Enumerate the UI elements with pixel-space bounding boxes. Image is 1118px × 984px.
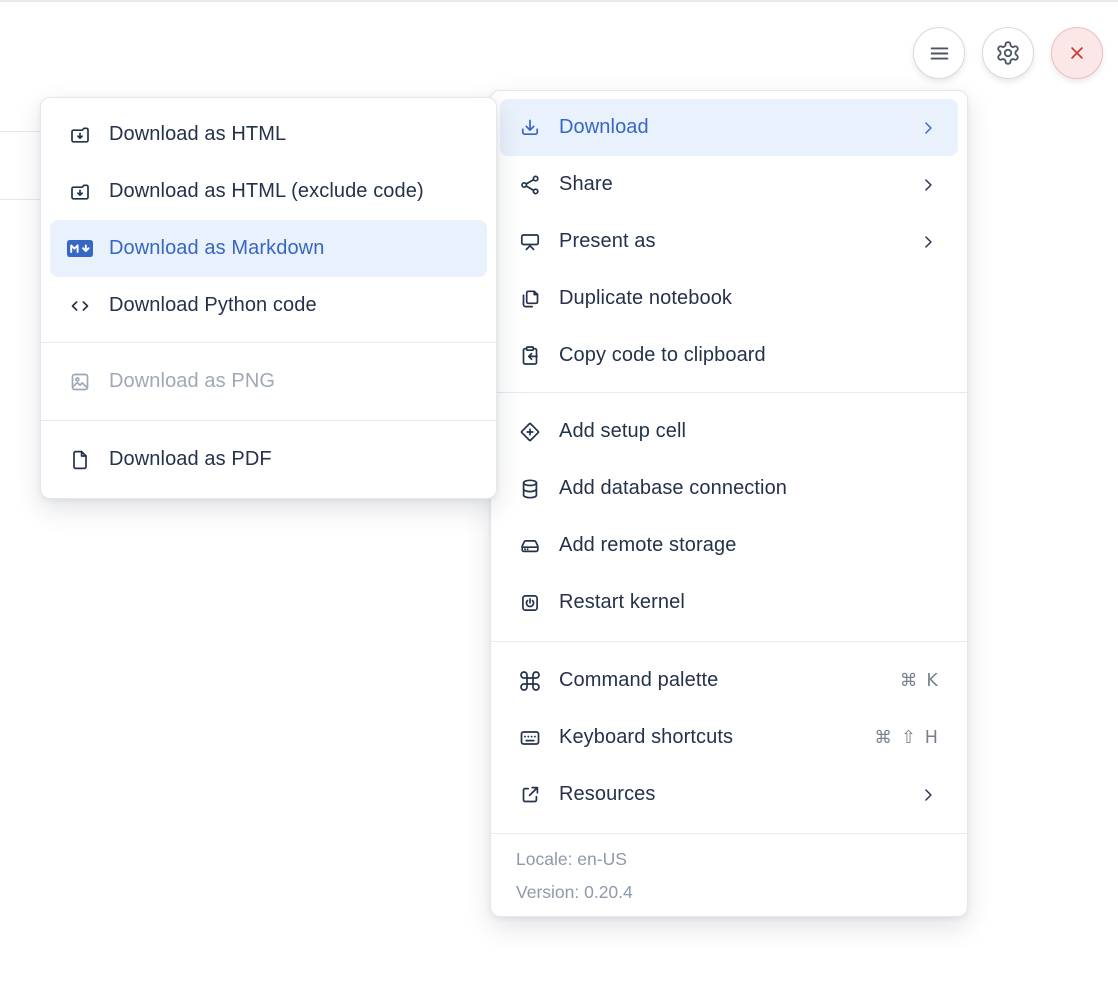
chevron-right-icon — [918, 232, 938, 252]
menu-item-add-remote-storage[interactable]: Add remote storage — [500, 517, 958, 574]
menu-item-download-as-html-exclude-code[interactable]: Download as HTML (exclude code) — [50, 163, 487, 220]
top-border-line — [0, 0, 1118, 2]
menu-item-download-as-markdown[interactable]: Download as Markdown — [50, 220, 487, 277]
duplicate-icon — [516, 287, 544, 311]
menu-group: Add setup cell Add database connection Add… — [491, 392, 967, 641]
shortcut-hint: ⌘ ⇧ H — [874, 728, 938, 748]
menu-item-share[interactable]: Share — [500, 156, 958, 213]
power-icon — [516, 591, 544, 615]
chevron-right-icon — [918, 118, 938, 138]
clipboard-copy-icon — [516, 344, 544, 368]
menu-item-duplicate-notebook[interactable]: Duplicate notebook — [500, 270, 958, 327]
image-icon — [66, 370, 94, 394]
shortcut-key: ⌘ — [874, 728, 892, 748]
shortcut-key: ⌘ — [900, 671, 918, 691]
menu-item-download-as-png: Download as PNG — [50, 353, 487, 410]
shortcut-hint: ⌘K — [900, 671, 938, 691]
menu-item-label: Add setup cell — [559, 420, 686, 443]
hamburger-icon — [926, 40, 953, 67]
menu-item-add-setup-cell[interactable]: Add setup cell — [500, 403, 958, 460]
menu-group: Command palette⌘KKeyboard shortcuts⌘⇧HRe… — [491, 641, 967, 833]
menu-item-download-python-code[interactable]: Download Python code — [50, 277, 487, 334]
page-background: Download Share Present as Duplicate noteboo… — [0, 0, 1118, 984]
folder-down-icon — [66, 123, 94, 147]
menu-item-restart-kernel[interactable]: Restart kernel — [500, 574, 958, 631]
shortcut-key: H — [925, 728, 938, 748]
menu-item-label: Download — [559, 116, 649, 139]
share-icon — [516, 173, 544, 197]
database-icon — [516, 477, 544, 501]
menu-item-label: Duplicate notebook — [559, 287, 732, 310]
menu-item-present-as[interactable]: Present as — [500, 213, 958, 270]
menu-item-label: Download as HTML — [109, 123, 286, 146]
menu-item-download-as-pdf[interactable]: Download as PDF — [50, 431, 487, 488]
notebook-actions-menu: Download Share Present as Duplicate noteboo… — [490, 90, 968, 917]
folder-down-icon — [66, 180, 94, 204]
menu-item-label: Present as — [559, 230, 656, 253]
menu-item-resources[interactable]: Resources — [500, 766, 958, 823]
chevron-right-icon — [918, 785, 938, 805]
close-button[interactable] — [1051, 27, 1103, 79]
menu-item-keyboard-shortcuts[interactable]: Keyboard shortcuts ⌘ ⇧ H — [500, 709, 958, 766]
settings-button[interactable] — [982, 27, 1034, 79]
file-icon — [66, 448, 94, 472]
floating-toolbar — [913, 27, 1103, 79]
menu-item-label: Command palette — [559, 669, 718, 692]
command-icon — [516, 669, 544, 693]
menu-group: Download as PDF — [41, 420, 496, 498]
shortcut-key: ⇧ — [901, 728, 916, 748]
menu-item-download[interactable]: Download — [500, 99, 958, 156]
presentation-icon — [516, 230, 544, 254]
menu-group: Download Share Present as Duplicate noteboo… — [491, 91, 967, 392]
chevron-right-icon — [918, 175, 938, 195]
diamond-plus-icon — [516, 420, 544, 444]
menu-item-add-database-connection[interactable]: Add database connection — [500, 460, 958, 517]
menu-group: Download as HTML Download as HTML (exclud… — [41, 98, 496, 342]
menu-item-download-as-html[interactable]: Download as HTML — [50, 106, 487, 163]
shortcut-key: K — [926, 671, 938, 691]
menu-item-label: Download as HTML (exclude code) — [109, 180, 424, 203]
menu-item-label: Copy code to clipboard — [559, 344, 766, 367]
code-icon — [66, 294, 94, 318]
menu-item-label: Resources — [559, 783, 656, 806]
menu-item-label: Add remote storage — [559, 534, 736, 557]
download-icon — [516, 116, 544, 140]
external-link-icon — [516, 783, 544, 807]
menu-item-label: Share — [559, 173, 613, 196]
menu-item-label: Restart kernel — [559, 591, 685, 614]
menu-footer: Locale: en-US Version: 0.20.4 — [491, 833, 967, 916]
download-submenu: Download as HTML Download as HTML (exclud… — [40, 97, 497, 499]
gear-icon — [995, 40, 1021, 66]
markdown-icon — [66, 238, 94, 259]
menu-item-label: Download as Markdown — [109, 237, 324, 260]
keyboard-icon — [516, 726, 544, 750]
background-divider — [0, 131, 40, 132]
menu-item-label: Download as PNG — [109, 370, 275, 393]
menu-item-label: Keyboard shortcuts — [559, 726, 733, 749]
menu-item-copy-code-to-clipboard[interactable]: Copy code to clipboard — [500, 327, 958, 384]
menu-item-label: Download as PDF — [109, 448, 272, 471]
menu-button[interactable] — [913, 27, 965, 79]
menu-item-command-palette[interactable]: Command palette⌘K — [500, 652, 958, 709]
background-divider — [0, 199, 40, 200]
version-text: Version: 0.20.4 — [491, 876, 967, 909]
hard-drive-icon — [516, 534, 544, 558]
menu-item-label: Add database connection — [559, 477, 787, 500]
menu-group: Download as PNG — [41, 342, 496, 420]
menu-item-label: Download Python code — [109, 294, 317, 317]
x-icon — [1064, 40, 1090, 66]
locale-text: Locale: en-US — [491, 843, 967, 876]
